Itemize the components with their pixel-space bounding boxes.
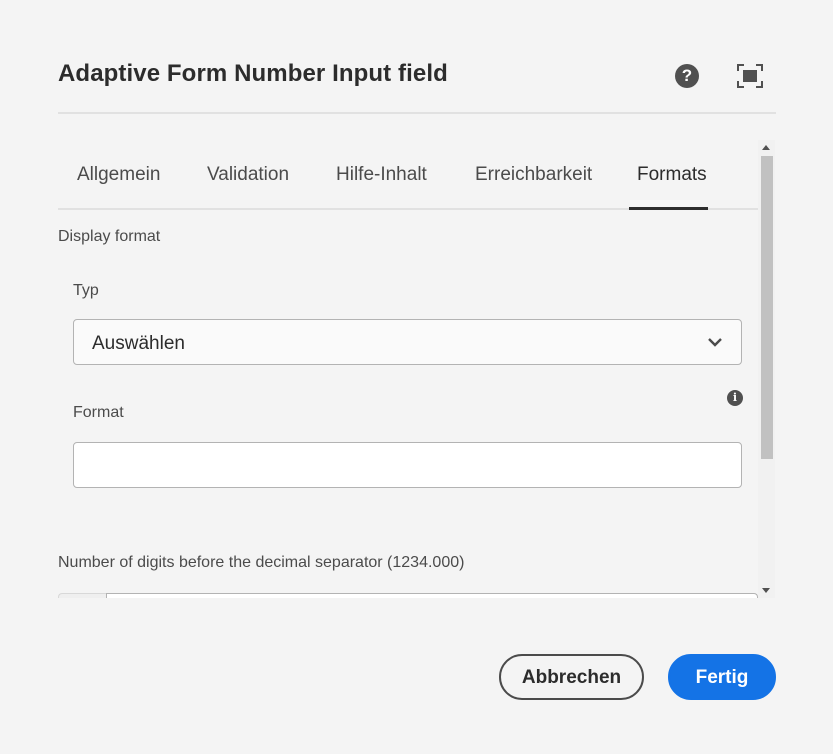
scroll-down-arrow-icon[interactable] [762,588,770,593]
scroll-thumb[interactable] [761,156,773,459]
cancel-button[interactable]: Abbrechen [499,654,644,700]
tab-bar: Allgemein Validation Hilfe-Inhalt Erreic… [58,140,758,210]
content-panel: Allgemein Validation Hilfe-Inhalt Erreic… [58,140,758,598]
dialog-content: Allgemein Validation Hilfe-Inhalt Erreic… [58,140,775,598]
dialog: Adaptive Form Number Input field ? Allge… [0,0,833,754]
type-select-value: Auswählen [92,333,185,354]
header-divider [58,112,776,114]
digits-before-decimal-stepper[interactable] [58,593,758,598]
tab-validation[interactable]: Validation [207,164,289,186]
digits-before-decimal-label: Number of digits before the decimal sepa… [58,554,465,571]
info-icon[interactable]: i [727,390,743,406]
done-button[interactable]: Fertig [668,654,776,700]
scroll-up-arrow-icon[interactable] [762,145,770,150]
display-format-heading: Display format [58,228,161,245]
active-tab-indicator [629,207,708,210]
format-input[interactable] [73,442,742,488]
tab-erreichbarkeit[interactable]: Erreichbarkeit [475,164,592,186]
tab-allgemein[interactable]: Allgemein [77,164,160,186]
help-icon[interactable]: ? [675,64,699,88]
type-select[interactable]: Auswählen [73,319,742,365]
tab-formats[interactable]: Formats [637,164,707,186]
dialog-title: Adaptive Form Number Input field [58,60,448,87]
format-label: Format [73,404,124,421]
scrollbar[interactable] [758,140,775,598]
type-label: Typ [73,282,99,299]
stepper-decrement[interactable] [58,593,106,598]
stepper-input[interactable] [106,593,758,598]
fullscreen-icon[interactable] [737,64,763,88]
chevron-down-icon [708,338,722,347]
tab-hilfe-inhalt[interactable]: Hilfe-Inhalt [336,164,427,186]
